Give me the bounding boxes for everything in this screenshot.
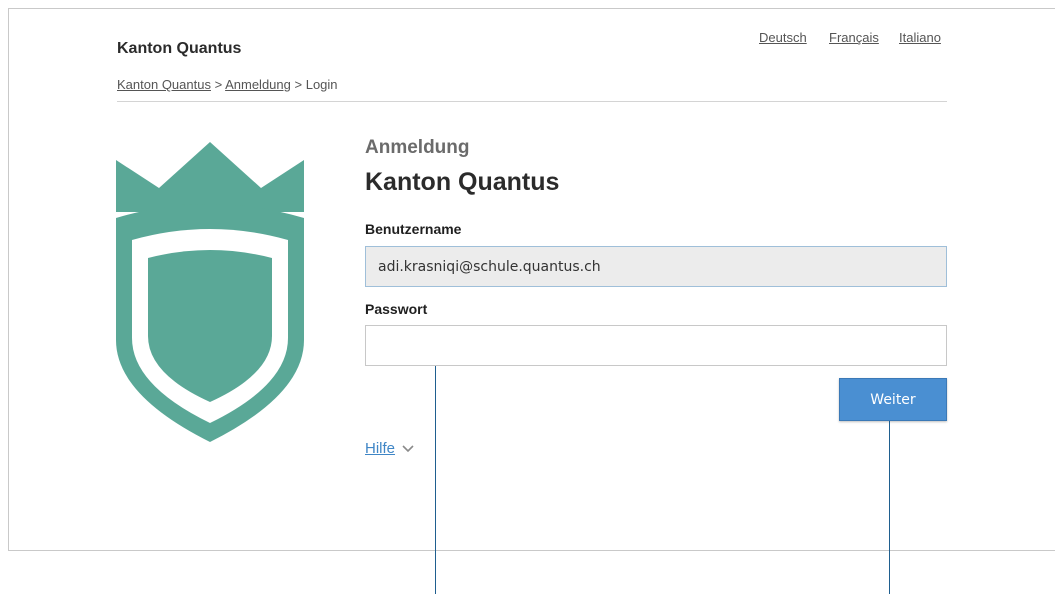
breadcrumb: Kanton Quantus > Anmeldung > Login [117, 77, 338, 92]
help-toggle[interactable]: Hilfe [365, 440, 414, 457]
language-link-francais[interactable]: Français [829, 30, 879, 45]
breadcrumb-separator: > [214, 77, 223, 92]
help-label: Hilfe [365, 440, 396, 457]
weiter-button[interactable]: Weiter [839, 378, 947, 421]
page-title: Kanton Quantus [365, 168, 560, 196]
password-field[interactable] [365, 325, 947, 366]
password-label: Passwort [365, 301, 428, 317]
username-field[interactable] [365, 246, 947, 287]
username-label: Benutzername [365, 221, 462, 237]
shield-crown-icon [116, 142, 304, 442]
callout-line-password [435, 366, 436, 594]
breadcrumb-separator: > [294, 77, 303, 92]
site-brand: Kanton Quantus [117, 40, 242, 57]
chevron-down-icon [402, 444, 414, 452]
header-divider [117, 101, 947, 102]
callout-line-button [889, 421, 890, 594]
language-link-deutsch[interactable]: Deutsch [759, 30, 807, 45]
form-subtitle: Anmeldung [365, 137, 470, 158]
breadcrumb-item-home[interactable]: Kanton Quantus [117, 77, 211, 92]
breadcrumb-item-anmeldung[interactable]: Anmeldung [225, 77, 291, 92]
breadcrumb-item-current: Login [305, 77, 338, 92]
language-link-italiano[interactable]: Italiano [899, 30, 941, 45]
